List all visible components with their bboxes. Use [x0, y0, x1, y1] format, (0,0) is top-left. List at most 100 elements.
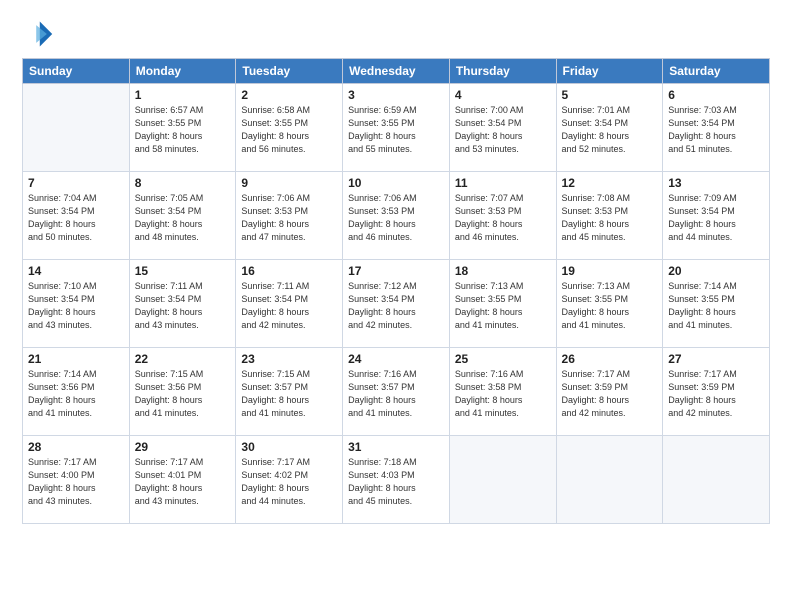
day-info: Sunrise: 7:17 AMSunset: 4:00 PMDaylight:… — [28, 456, 124, 508]
day-of-week-header: Wednesday — [343, 59, 450, 84]
day-number: 26 — [562, 352, 658, 366]
day-info: Sunrise: 7:09 AMSunset: 3:54 PMDaylight:… — [668, 192, 764, 244]
calendar-day-cell: 15 Sunrise: 7:11 AMSunset: 3:54 PMDayligh… — [129, 260, 236, 348]
day-info: Sunrise: 6:58 AMSunset: 3:55 PMDaylight:… — [241, 104, 337, 156]
day-info: Sunrise: 7:04 AMSunset: 3:54 PMDaylight:… — [28, 192, 124, 244]
day-number: 5 — [562, 88, 658, 102]
day-of-week-header: Tuesday — [236, 59, 343, 84]
day-info: Sunrise: 7:01 AMSunset: 3:54 PMDaylight:… — [562, 104, 658, 156]
day-info: Sunrise: 7:13 AMSunset: 3:55 PMDaylight:… — [562, 280, 658, 332]
calendar-week-row: 21 Sunrise: 7:14 AMSunset: 3:56 PMDayligh… — [23, 348, 770, 436]
day-number: 27 — [668, 352, 764, 366]
day-number: 12 — [562, 176, 658, 190]
day-info: Sunrise: 7:15 AMSunset: 3:56 PMDaylight:… — [135, 368, 231, 420]
calendar-day-cell: 6 Sunrise: 7:03 AMSunset: 3:54 PMDaylight… — [663, 84, 770, 172]
day-info: Sunrise: 7:15 AMSunset: 3:57 PMDaylight:… — [241, 368, 337, 420]
calendar-day-cell: 8 Sunrise: 7:05 AMSunset: 3:54 PMDaylight… — [129, 172, 236, 260]
day-number: 20 — [668, 264, 764, 278]
day-info: Sunrise: 7:06 AMSunset: 3:53 PMDaylight:… — [348, 192, 444, 244]
day-info: Sunrise: 7:16 AMSunset: 3:57 PMDaylight:… — [348, 368, 444, 420]
calendar-day-cell — [449, 436, 556, 524]
page: SundayMondayTuesdayWednesdayThursdayFrid… — [0, 0, 792, 612]
day-number: 23 — [241, 352, 337, 366]
calendar-day-cell: 30Sunrise: 7:17 AMSunset: 4:02 PMDayligh… — [236, 436, 343, 524]
calendar-day-cell: 31Sunrise: 7:18 AMSunset: 4:03 PMDayligh… — [343, 436, 450, 524]
calendar-day-cell: 14Sunrise: 7:10 AMSunset: 3:54 PMDayligh… — [23, 260, 130, 348]
calendar-week-row: 14Sunrise: 7:10 AMSunset: 3:54 PMDayligh… — [23, 260, 770, 348]
calendar-day-cell — [556, 436, 663, 524]
day-number: 11 — [455, 176, 551, 190]
calendar-day-cell: 2Sunrise: 6:58 AMSunset: 3:55 PMDaylight… — [236, 84, 343, 172]
calendar-day-cell: 1 Sunrise: 6:57 AMSunset: 3:55 PMDaylight… — [129, 84, 236, 172]
calendar-day-cell: 22 Sunrise: 7:15 AMSunset: 3:56 PMDayligh… — [129, 348, 236, 436]
day-info: Sunrise: 7:03 AMSunset: 3:54 PMDaylight:… — [668, 104, 764, 156]
day-number: 13 — [668, 176, 764, 190]
day-info: Sunrise: 7:11 AMSunset: 3:54 PMDaylight:… — [135, 280, 231, 332]
day-info: Sunrise: 7:11 AMSunset: 3:54 PMDaylight:… — [241, 280, 337, 332]
days-header-row: SundayMondayTuesdayWednesdayThursdayFrid… — [23, 59, 770, 84]
calendar-day-cell: 12Sunrise: 7:08 AMSunset: 3:53 PMDayligh… — [556, 172, 663, 260]
day-info: Sunrise: 7:17 AMSunset: 3:59 PMDaylight:… — [668, 368, 764, 420]
day-number: 9 — [241, 176, 337, 190]
day-of-week-header: Friday — [556, 59, 663, 84]
calendar-day-cell: 20 Sunrise: 7:14 AMSunset: 3:55 PMDayligh… — [663, 260, 770, 348]
day-number: 8 — [135, 176, 231, 190]
header — [22, 18, 770, 50]
calendar-day-cell: 3 Sunrise: 6:59 AMSunset: 3:55 PMDaylight… — [343, 84, 450, 172]
day-number: 15 — [135, 264, 231, 278]
day-info: Sunrise: 6:57 AMSunset: 3:55 PMDaylight:… — [135, 104, 231, 156]
calendar-day-cell: 4Sunrise: 7:00 AMSunset: 3:54 PMDaylight… — [449, 84, 556, 172]
day-number: 7 — [28, 176, 124, 190]
day-number: 18 — [455, 264, 551, 278]
day-number: 1 — [135, 88, 231, 102]
calendar-day-cell: 13 Sunrise: 7:09 AMSunset: 3:54 PMDayligh… — [663, 172, 770, 260]
calendar-day-cell: 23 Sunrise: 7:15 AMSunset: 3:57 PMDayligh… — [236, 348, 343, 436]
day-number: 22 — [135, 352, 231, 366]
calendar-day-cell: 17 Sunrise: 7:12 AMSunset: 3:54 PMDayligh… — [343, 260, 450, 348]
day-number: 29 — [135, 440, 231, 454]
day-number: 19 — [562, 264, 658, 278]
day-of-week-header: Sunday — [23, 59, 130, 84]
calendar-day-cell: 24 Sunrise: 7:16 AMSunset: 3:57 PMDayligh… — [343, 348, 450, 436]
calendar-week-row: 1 Sunrise: 6:57 AMSunset: 3:55 PMDaylight… — [23, 84, 770, 172]
calendar-day-cell — [663, 436, 770, 524]
day-number: 10 — [348, 176, 444, 190]
day-info: Sunrise: 6:59 AMSunset: 3:55 PMDaylight:… — [348, 104, 444, 156]
calendar-week-row: 28Sunrise: 7:17 AMSunset: 4:00 PMDayligh… — [23, 436, 770, 524]
calendar-day-cell: 28Sunrise: 7:17 AMSunset: 4:00 PMDayligh… — [23, 436, 130, 524]
day-number: 16 — [241, 264, 337, 278]
day-number: 14 — [28, 264, 124, 278]
day-info: Sunrise: 7:16 AMSunset: 3:58 PMDaylight:… — [455, 368, 551, 420]
calendar-day-cell: 10 Sunrise: 7:06 AMSunset: 3:53 PMDayligh… — [343, 172, 450, 260]
calendar-day-cell: 21 Sunrise: 7:14 AMSunset: 3:56 PMDayligh… — [23, 348, 130, 436]
day-number: 3 — [348, 88, 444, 102]
calendar-table: SundayMondayTuesdayWednesdayThursdayFrid… — [22, 58, 770, 524]
logo — [22, 18, 58, 50]
day-number: 24 — [348, 352, 444, 366]
day-number: 4 — [455, 88, 551, 102]
day-of-week-header: Thursday — [449, 59, 556, 84]
day-info: Sunrise: 7:05 AMSunset: 3:54 PMDaylight:… — [135, 192, 231, 244]
day-info: Sunrise: 7:17 AMSunset: 4:01 PMDaylight:… — [135, 456, 231, 508]
day-info: Sunrise: 7:12 AMSunset: 3:54 PMDaylight:… — [348, 280, 444, 332]
calendar-day-cell: 5 Sunrise: 7:01 AMSunset: 3:54 PMDaylight… — [556, 84, 663, 172]
calendar-day-cell: 29 Sunrise: 7:17 AMSunset: 4:01 PMDayligh… — [129, 436, 236, 524]
day-number: 21 — [28, 352, 124, 366]
day-of-week-header: Saturday — [663, 59, 770, 84]
day-info: Sunrise: 7:14 AMSunset: 3:55 PMDaylight:… — [668, 280, 764, 332]
logo-icon — [22, 18, 54, 50]
day-info: Sunrise: 7:17 AMSunset: 3:59 PMDaylight:… — [562, 368, 658, 420]
day-info: Sunrise: 7:13 AMSunset: 3:55 PMDaylight:… — [455, 280, 551, 332]
calendar-day-cell: 11 Sunrise: 7:07 AMSunset: 3:53 PMDayligh… — [449, 172, 556, 260]
day-info: Sunrise: 7:14 AMSunset: 3:56 PMDaylight:… — [28, 368, 124, 420]
day-number: 6 — [668, 88, 764, 102]
day-number: 25 — [455, 352, 551, 366]
calendar-day-cell: 16 Sunrise: 7:11 AMSunset: 3:54 PMDayligh… — [236, 260, 343, 348]
day-info: Sunrise: 7:17 AMSunset: 4:02 PMDaylight:… — [241, 456, 337, 508]
day-info: Sunrise: 7:07 AMSunset: 3:53 PMDaylight:… — [455, 192, 551, 244]
calendar-week-row: 7 Sunrise: 7:04 AMSunset: 3:54 PMDaylight… — [23, 172, 770, 260]
calendar-day-cell: 27 Sunrise: 7:17 AMSunset: 3:59 PMDayligh… — [663, 348, 770, 436]
calendar-day-cell: 18 Sunrise: 7:13 AMSunset: 3:55 PMDayligh… — [449, 260, 556, 348]
day-info: Sunrise: 7:06 AMSunset: 3:53 PMDaylight:… — [241, 192, 337, 244]
day-number: 17 — [348, 264, 444, 278]
